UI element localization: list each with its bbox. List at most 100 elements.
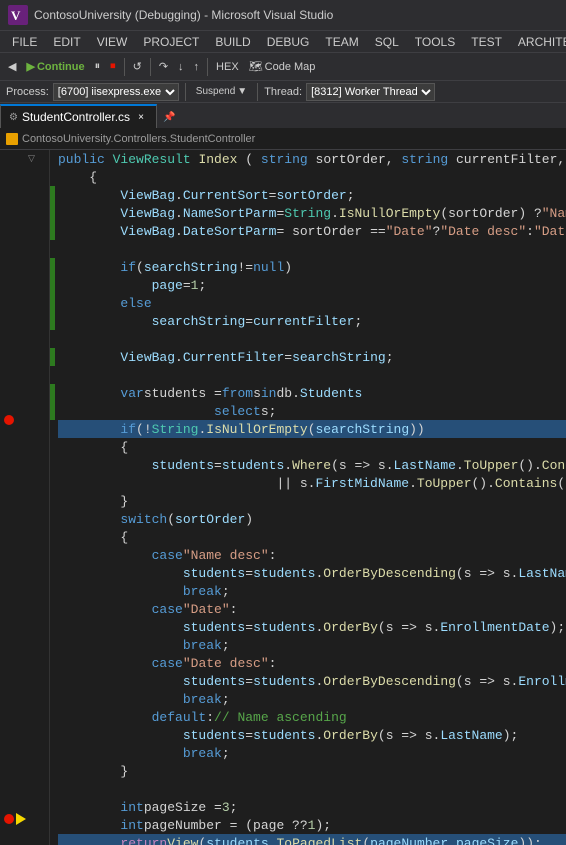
toolbar-sep3 — [207, 58, 208, 76]
green-indicator-14 — [50, 384, 55, 402]
gutter-row-22 — [0, 515, 49, 532]
thread-label: Thread: — [264, 86, 302, 98]
tab-bar: ⚙ StudentController.cs × 📌 — [0, 102, 566, 128]
green-indicator-9 — [50, 294, 55, 312]
menu-bar: FILE EDIT VIEW PROJECT BUILD DEBUG TEAM … — [0, 30, 566, 52]
code-line-29: case "Date desc" : — [58, 654, 566, 672]
toolbar-sep1 — [124, 58, 125, 76]
vs-logo: V — [8, 5, 28, 25]
code-line-22: { — [58, 528, 566, 546]
code-line-26: case "Date" : — [58, 600, 566, 618]
menu-edit[interactable]: EDIT — [45, 31, 88, 52]
gutter-row-24 — [0, 550, 49, 567]
menu-view[interactable]: VIEW — [89, 31, 136, 52]
toolbar-back[interactable]: ◀ — [4, 56, 20, 78]
gutter-row-23 — [0, 532, 49, 549]
step-into-button[interactable]: ↓ — [174, 56, 188, 78]
code-line-10: searchString = currentFilter ; — [58, 312, 566, 330]
menu-build[interactable]: BUILD — [207, 31, 258, 52]
chevron-down-icon: ▼ — [237, 86, 247, 97]
menu-archi[interactable]: ARCHITE... — [510, 31, 566, 52]
gutter-row-14 — [0, 376, 49, 393]
gutter-row-26 — [0, 584, 49, 601]
process-bar: Process: [6700] iisexpress.exe Suspend ▼… — [0, 80, 566, 102]
code-line-32: default : // Name ascending — [58, 708, 566, 726]
line-number-gutter: ▽ — [0, 150, 50, 845]
code-line-24: students = students . OrderByDescending … — [58, 564, 566, 582]
suspend-button[interactable]: Suspend ▼ — [192, 81, 251, 103]
tab-close-button[interactable]: × — [134, 110, 148, 124]
code-line-15: select s; — [58, 402, 566, 420]
tab-studentcontroller[interactable]: ⚙ StudentController.cs × — [0, 104, 157, 128]
breadcrumb: ContosoUniversity.Controllers.StudentCon… — [0, 128, 566, 150]
menu-team[interactable]: TEAM — [317, 31, 366, 52]
code-line-20: } — [58, 492, 566, 510]
gutter-row-39 — [0, 810, 49, 827]
gutter-row-29 — [0, 637, 49, 654]
gutter-row-13 — [0, 359, 49, 376]
green-indicator-4 — [50, 204, 55, 222]
menu-test[interactable]: TEST — [463, 31, 510, 52]
gutter-row-9 — [0, 289, 49, 306]
step-over-button[interactable]: ↷ — [155, 56, 172, 78]
gutter-row-1: ▽ — [0, 150, 49, 167]
gutter-row-30 — [0, 654, 49, 671]
gutter-row-15 — [0, 393, 49, 410]
menu-file[interactable]: FILE — [4, 31, 45, 52]
vs-icon: V — [8, 5, 28, 25]
code-line-39: return View ( students . ToPagedList ( p… — [58, 834, 566, 845]
menu-debug[interactable]: DEBUG — [259, 31, 318, 52]
code-line-21: switch ( sortOrder ) — [58, 510, 566, 528]
gutter-row-25 — [0, 567, 49, 584]
step-out-button[interactable]: ↑ — [190, 56, 204, 78]
codemap-button[interactable]: 🗺 Code Map — [245, 56, 320, 78]
breakpoint-marker-39 — [4, 814, 14, 824]
code-line-28: break ; — [58, 636, 566, 654]
toolbar-sep2 — [150, 58, 151, 76]
code-line-9: else — [58, 294, 566, 312]
process-label: Process: — [6, 86, 49, 98]
code-line-30: students = students . OrderByDescending … — [58, 672, 566, 690]
code-line-7: if ( searchString != null ) — [58, 258, 566, 276]
code-line-36 — [58, 780, 566, 798]
file-icon — [6, 133, 18, 145]
menu-project[interactable]: PROJECT — [135, 31, 207, 52]
codemap-icon: 🗺 — [249, 60, 263, 73]
green-indicator-12 — [50, 348, 55, 366]
code-line-27: students = students . OrderBy (s => s. E… — [58, 618, 566, 636]
code-line-25: break ; — [58, 582, 566, 600]
toolbar-stop[interactable]: ⏹ — [106, 56, 120, 78]
toolbar: ◀ ▶ Continue ⏸ ⏹ ↺ ↷ ↓ ↑ HEX 🗺 Code Map — [0, 52, 566, 80]
menu-tools[interactable]: TOOLS — [407, 31, 463, 52]
code-line-14: var students = from s in db. Students — [58, 384, 566, 402]
expand-icon-1[interactable]: ▽ — [28, 154, 35, 164]
green-indicator-15 — [50, 402, 55, 420]
process-select[interactable]: [6700] iisexpress.exe — [53, 83, 179, 101]
code-line-1: public ViewResult Index ( string sortOrd… — [58, 150, 566, 168]
code-line-18: students = students . Where (s => s. Las… — [58, 456, 566, 474]
gutter-row-6 — [0, 237, 49, 254]
toolbar-restart[interactable]: ↺ — [129, 56, 146, 78]
play-icon: ▶ — [26, 60, 34, 73]
code-content[interactable]: public ViewResult Index ( string sortOrd… — [50, 150, 566, 845]
breakpoint-marker-16 — [4, 415, 14, 425]
code-line-38: int pageNumber = (page ?? 1 ); — [58, 816, 566, 834]
code-line-8: page = 1 ; — [58, 276, 566, 294]
toolbar-pause[interactable]: ⏸ — [91, 56, 105, 78]
code-area: ▽ — [0, 150, 566, 845]
gutter-row-33 — [0, 706, 49, 723]
tab-pin-button[interactable]: 📌 — [159, 106, 179, 128]
code-line-34: break ; — [58, 744, 566, 762]
code-line-23: case "Name desc" : — [58, 546, 566, 564]
gutter-row-38 — [0, 793, 49, 810]
code-line-2: { — [58, 168, 566, 186]
gutter-row-12 — [0, 341, 49, 358]
code-line-33: students = students . OrderBy (s => s. L… — [58, 726, 566, 744]
gutter-row-37 — [0, 776, 49, 793]
continue-button[interactable]: ▶ Continue — [22, 56, 88, 78]
menu-sql[interactable]: SQL — [367, 31, 407, 52]
thread-select[interactable]: [8312] Worker Thread — [306, 83, 435, 101]
gutter-row-34 — [0, 723, 49, 740]
gutter-row-10 — [0, 306, 49, 323]
toolbar-hex[interactable]: HEX — [212, 56, 243, 78]
